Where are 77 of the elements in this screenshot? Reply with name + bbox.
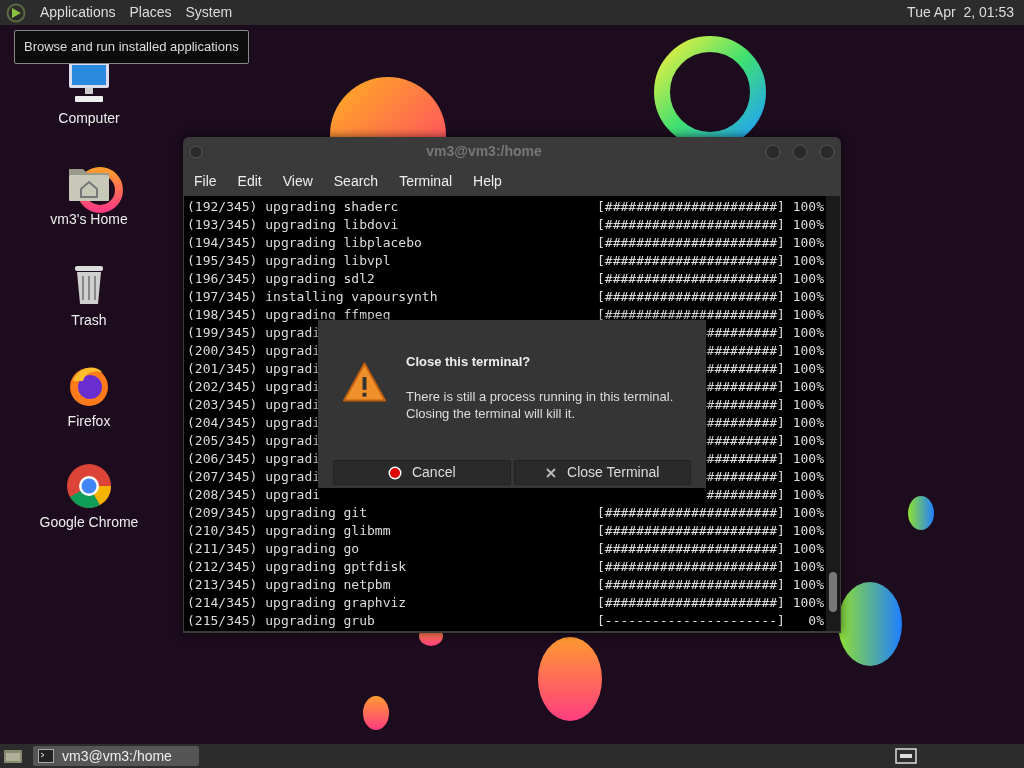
progress-text: #########] 100%: [706, 432, 824, 450]
progress-text: [######################] 100%: [597, 558, 824, 576]
terminal-line: (205/345) upgradi: [187, 432, 321, 450]
terminal-line: (199/345) upgradi: [187, 324, 321, 342]
terminal-line: (202/345) upgradi: [187, 378, 321, 396]
dialog-message: There is still a process running in this terminal. Closing the terminal will kill it.: [406, 387, 675, 422]
warning-icon: [342, 360, 387, 404]
stop-icon: [387, 465, 402, 480]
terminal-line: (204/345) upgradi: [187, 414, 321, 432]
menu-item[interactable]: Search: [333, 170, 379, 192]
menu-item[interactable]: Edit: [237, 170, 262, 192]
dialog-button[interactable]: Cancel: [333, 460, 511, 485]
terminal-line: (195/345) upgrading libvpl: [187, 252, 391, 270]
dialog-title: Close this terminal?: [406, 353, 532, 371]
terminal-line: (192/345) upgrading shaderc: [187, 198, 399, 216]
progress-text: [######################] 100%: [597, 252, 824, 270]
terminal-line: (193/345) upgrading libdovi: [187, 216, 399, 234]
menu-item[interactable]: File: [194, 170, 217, 192]
terminal-line: (208/345) upgradi: [187, 486, 321, 504]
progress-text: #########] 100%: [706, 360, 824, 378]
progress-text: [######################] 100%: [597, 540, 824, 558]
panel-menu[interactable]: System: [185, 2, 233, 23]
progress-text: #########] 100%: [706, 450, 824, 468]
menu-item[interactable]: Help: [473, 170, 502, 192]
progress-text: #########] 100%: [706, 396, 824, 414]
terminal-line: (196/345) upgrading sdl2: [187, 270, 375, 288]
progress-text: [######################] 100%: [597, 234, 824, 252]
progress-text: [######################] 100%: [597, 522, 824, 540]
progress-text: [######################] 100%: [597, 306, 824, 324]
taskbar-task[interactable]: vm3@vm3:/home: [33, 746, 199, 766]
desktop-icon-label[interactable]: Trash: [71, 310, 107, 331]
chrome-icon: [65, 462, 113, 510]
terminal-line: (206/345) upgradi: [187, 450, 321, 468]
progress-text: [######################] 100%: [597, 576, 824, 594]
progress-text: #########] 100%: [706, 486, 824, 504]
terminal-line: (212/345) upgrading gptfdisk: [187, 558, 407, 576]
terminal-line: (203/345) upgradi: [187, 396, 321, 414]
terminal-line: (210/345) upgrading glibmm: [187, 522, 391, 540]
menu-item[interactable]: Terminal: [399, 170, 453, 192]
dialog-button[interactable]: Close Terminal: [513, 460, 691, 485]
progress-text: [######################] 100%: [597, 216, 824, 234]
menu-logo-icon: [6, 2, 26, 23]
terminal-line: (207/345) upgradi: [187, 468, 321, 486]
desktop-icon-label[interactable]: Computer: [58, 108, 120, 129]
terminal-line: (209/345) upgrading git: [187, 504, 367, 522]
progress-text: #########] 100%: [706, 324, 824, 342]
progress-text: #########] 100%: [706, 414, 824, 432]
scrollbar[interactable]: [826, 196, 840, 631]
progress-text: [----------------------] 0%: [597, 612, 824, 630]
terminal-line: (213/345) upgrading netpbm: [187, 576, 391, 594]
progress-text: #########] 100%: [706, 342, 824, 360]
panel-menu[interactable]: Places: [129, 2, 172, 23]
progress-text: #########] 100%: [706, 378, 824, 396]
terminal-line: (211/345) upgrading go: [187, 540, 360, 558]
progress-text: [######################] 100%: [597, 594, 824, 612]
progress-text: [######################] 100%: [597, 504, 824, 522]
progress-text: [######################] 100%: [597, 198, 824, 216]
terminal-line: (194/345) upgrading libplacebo: [187, 234, 422, 252]
desktop-icon-label[interactable]: vm3's Home: [50, 209, 128, 230]
terminal-line: (201/345) upgradi: [187, 360, 321, 378]
workspace-icon[interactable]: [895, 748, 917, 764]
show-desktop-icon[interactable]: [3, 747, 23, 765]
clock[interactable]: Tue Apr 2, 01:53: [907, 2, 1018, 23]
terminal-icon: [38, 749, 54, 763]
terminal-line: (215/345) upgrading grub: [187, 612, 375, 630]
terminal-line: (197/345) installing vapoursynth: [187, 288, 438, 306]
menu-item[interactable]: View: [282, 170, 313, 192]
desktop-icon-label[interactable]: Google Chrome: [39, 512, 139, 533]
terminal-line: (200/345) upgradi: [187, 342, 321, 360]
panel-menu[interactable]: Applications: [40, 2, 116, 23]
progress-text: [######################] 100%: [597, 270, 824, 288]
window-title: vm3@vm3:/home: [425, 142, 543, 161]
tooltip: Browse and run installed applications: [14, 30, 249, 64]
progress-text: #########] 100%: [706, 468, 824, 486]
progress-text: [######################] 100%: [597, 288, 824, 306]
desktop-icon-label[interactable]: Firefox: [67, 411, 111, 432]
terminal-line: (214/345) upgrading graphviz: [187, 594, 407, 612]
